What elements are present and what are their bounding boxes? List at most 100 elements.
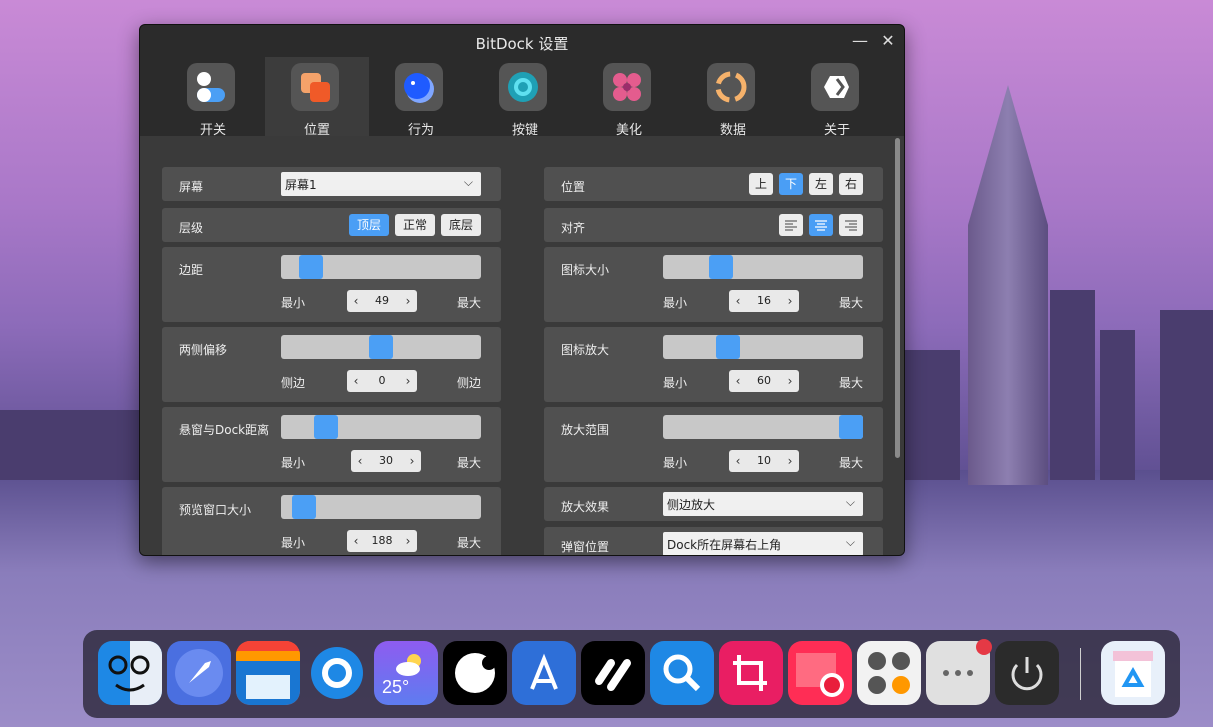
- margin-slider[interactable]: [281, 255, 481, 279]
- screen-select[interactable]: 屏幕1 ⌵: [281, 172, 481, 196]
- level-bottom-button[interactable]: 底层: [441, 214, 481, 236]
- icon-size-slider[interactable]: [663, 255, 863, 279]
- window-title: BitDock 设置: [475, 35, 569, 53]
- slider-handle[interactable]: [292, 495, 316, 519]
- margin-label: 边距: [179, 263, 204, 277]
- app-store-icon[interactable]: [512, 641, 576, 705]
- chevron-right-icon[interactable]: ›: [783, 450, 797, 472]
- close-button[interactable]: ✕: [878, 31, 898, 51]
- rocket-icon[interactable]: [167, 641, 231, 705]
- preview-row: 预览窗口大小 最小 ‹ 188 › 最大: [162, 487, 501, 555]
- tab-keys[interactable]: 按键: [473, 57, 577, 138]
- align-right-icon: [845, 220, 857, 231]
- slider-handle[interactable]: [299, 255, 323, 279]
- align-left-button[interactable]: [779, 214, 803, 236]
- max-label: 最大: [839, 456, 864, 470]
- power-icon[interactable]: [995, 641, 1059, 705]
- search-magnifier-icon[interactable]: [650, 641, 714, 705]
- chevron-left-icon[interactable]: ‹: [731, 370, 745, 392]
- chevron-right-icon[interactable]: ›: [401, 530, 415, 552]
- position-left-button[interactable]: 左: [809, 173, 833, 195]
- min-label: 最小: [281, 296, 306, 310]
- icon-zoom-slider[interactable]: [663, 335, 863, 359]
- finder-icon[interactable]: [98, 641, 162, 705]
- slider-handle[interactable]: [839, 415, 863, 439]
- ring-icon: [499, 63, 547, 111]
- popup-pos-select[interactable]: Dock所在屏幕右上角 ⌵: [663, 532, 863, 555]
- recycle-bin-icon[interactable]: [1101, 641, 1165, 705]
- more-icon[interactable]: [926, 639, 992, 705]
- popup-pos-value: Dock所在屏幕右上角: [667, 538, 782, 552]
- chevron-left-icon[interactable]: ‹: [353, 450, 367, 472]
- tab-position[interactable]: 位置: [265, 57, 369, 138]
- zoom-effect-row: 放大效果 侧边放大 ⌵: [544, 487, 883, 521]
- chevron-left-icon[interactable]: ‹: [349, 370, 363, 392]
- window-icon[interactable]: [236, 641, 300, 705]
- tab-switch[interactable]: 开关: [161, 57, 265, 138]
- slider-handle[interactable]: [709, 255, 733, 279]
- chevron-right-icon[interactable]: ›: [783, 370, 797, 392]
- zoom-range-stepper[interactable]: ‹ 10 ›: [729, 450, 799, 472]
- slider-handle[interactable]: [314, 415, 338, 439]
- refresh-ring-icon: [707, 63, 755, 111]
- chevron-left-icon[interactable]: ‹: [731, 290, 745, 312]
- settings-gear-icon[interactable]: [305, 641, 369, 705]
- chevron-left-icon[interactable]: ‹: [349, 530, 363, 552]
- scrollbar[interactable]: [895, 138, 900, 458]
- toggles-icon: [187, 63, 235, 111]
- level-normal-button[interactable]: 正常: [395, 214, 435, 236]
- chevron-right-icon[interactable]: ›: [783, 290, 797, 312]
- position-bottom-button[interactable]: 下: [779, 173, 803, 195]
- align-center-button[interactable]: [809, 214, 833, 236]
- margin-row: 边距 最小 ‹ 49 › 最大: [162, 247, 501, 322]
- level-label: 层级: [179, 221, 204, 235]
- slider-handle[interactable]: [369, 335, 393, 359]
- tab-about[interactable]: 关于: [785, 57, 889, 138]
- chevron-left-icon[interactable]: ‹: [731, 450, 745, 472]
- level-top-button[interactable]: 顶层: [349, 214, 389, 236]
- popup-gap-row: 悬窗与Dock距离 最小 ‹ 30 › 最大: [162, 407, 501, 482]
- position-right-button[interactable]: 右: [839, 173, 863, 195]
- preview-slider[interactable]: [281, 495, 481, 519]
- zoom-range-slider[interactable]: [663, 415, 863, 439]
- chevron-down-icon: ⌵: [845, 495, 855, 509]
- zoom-effect-select[interactable]: 侧边放大 ⌵: [663, 492, 863, 516]
- wallpaper-tower: [968, 85, 1048, 485]
- weather-icon[interactable]: 25°: [374, 641, 438, 705]
- crop-icon[interactable]: [719, 641, 783, 705]
- tab-data[interactable]: 数据: [681, 57, 785, 138]
- screen-record-icon[interactable]: [788, 641, 852, 705]
- offset-stepper[interactable]: ‹ 0 ›: [347, 370, 417, 392]
- popup-pos-label: 弹窗位置: [561, 540, 610, 554]
- zoom-effect-value: 侧边放大: [667, 498, 716, 512]
- tab-behavior[interactable]: 行为: [369, 57, 473, 138]
- percent-icon[interactable]: [581, 641, 645, 705]
- circle-icon: [395, 63, 443, 111]
- preview-stepper[interactable]: ‹ 188 ›: [347, 530, 417, 552]
- calculator-icon[interactable]: [857, 641, 921, 705]
- chevron-right-icon[interactable]: ›: [401, 290, 415, 312]
- align-label: 对齐: [561, 221, 586, 235]
- popup-gap-stepper[interactable]: ‹ 30 ›: [351, 450, 421, 472]
- zoom-effect-label: 放大效果: [561, 500, 610, 514]
- chevron-right-icon[interactable]: ›: [401, 370, 415, 392]
- max-label: 最大: [457, 456, 482, 470]
- align-right-button[interactable]: [839, 214, 863, 236]
- chevron-right-icon[interactable]: ›: [405, 450, 419, 472]
- slider-handle[interactable]: [716, 335, 740, 359]
- icon-zoom-stepper[interactable]: ‹ 60 ›: [729, 370, 799, 392]
- offset-row: 两侧偏移 侧边 ‹ 0 › 侧边: [162, 327, 501, 402]
- icon-size-stepper[interactable]: ‹ 16 ›: [729, 290, 799, 312]
- position-top-button[interactable]: 上: [749, 173, 773, 195]
- chevron-left-icon[interactable]: ‹: [349, 290, 363, 312]
- screen-label: 屏幕: [179, 180, 204, 194]
- min-label: 侧边: [281, 376, 306, 390]
- minimize-button[interactable]: —: [850, 31, 870, 51]
- offset-slider[interactable]: [281, 335, 481, 359]
- tab-beautify[interactable]: 美化: [577, 57, 681, 138]
- popup-gap-slider[interactable]: [281, 415, 481, 439]
- popup-pos-row: 弹窗位置 Dock所在屏幕右上角 ⌵: [544, 527, 883, 555]
- margin-stepper[interactable]: ‹ 49 ›: [347, 290, 417, 312]
- arc-icon[interactable]: [443, 641, 507, 705]
- screen-value: 屏幕1: [285, 178, 317, 192]
